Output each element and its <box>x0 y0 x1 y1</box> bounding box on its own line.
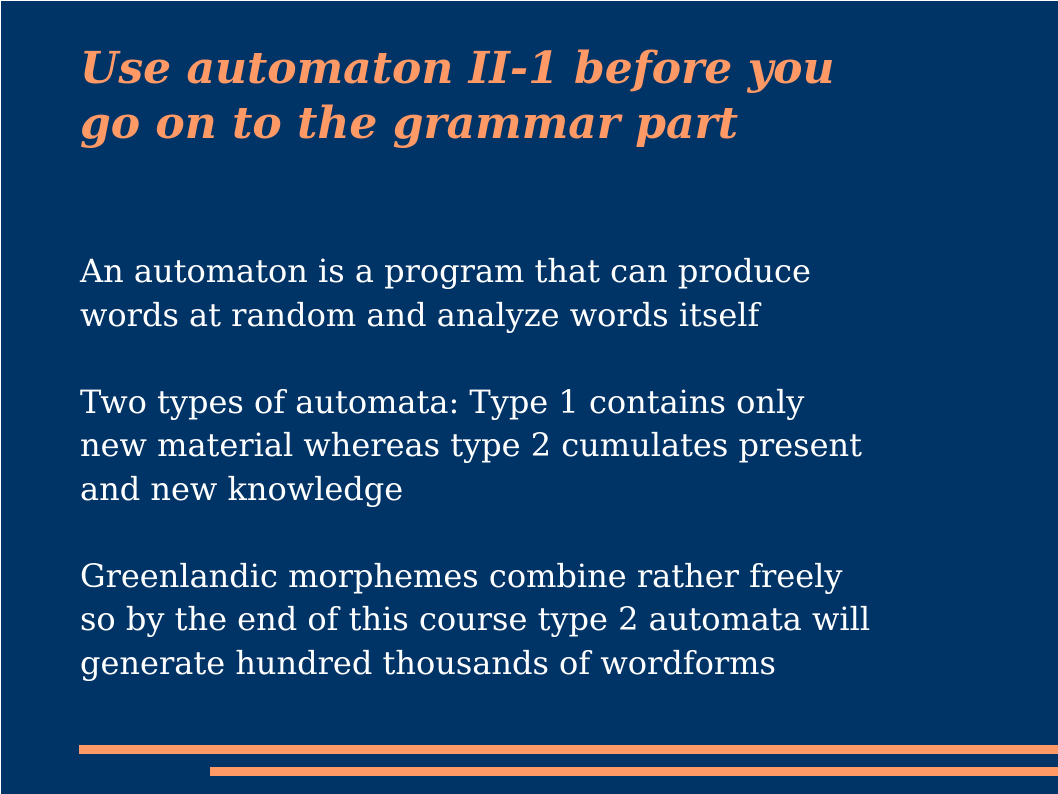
body-line: new material whereas type 2 cumulates pr… <box>80 426 862 464</box>
paragraph-greenlandic-morphemes: Greenlandic morphemes combine rather fre… <box>80 555 1040 686</box>
slide: Use automaton II-1 before you go on to t… <box>0 0 1058 794</box>
slide-title-line: go on to the grammar part <box>80 98 739 149</box>
decorative-bar-bottom <box>210 767 1058 776</box>
body-line: generate hundred thousands of wordforms <box>80 643 776 682</box>
paragraph-automata-types: Two types of automata: Type 1 contains o… <box>80 381 1040 512</box>
body-line: words at random and analyze words itself <box>80 295 760 334</box>
body-line: Greenlandic morphemes combine rather fre… <box>80 556 843 595</box>
body-line: An automaton is a program that can produ… <box>80 252 811 290</box>
slide-title-line: Use automaton II-1 before you <box>80 43 835 94</box>
decorative-bar-top <box>79 745 1058 754</box>
body-line: so by the end of this course type 2 auto… <box>80 600 871 638</box>
body-line: Two types of automata: Type 1 contains o… <box>80 382 805 421</box>
body-line: and new knowledge <box>80 469 404 508</box>
slide-body: An automaton is a program that can produ… <box>80 250 1040 729</box>
paragraph-automaton-definition: An automaton is a program that can produ… <box>80 250 1040 337</box>
slide-title: Use automaton II-1 before you go on to t… <box>80 41 1020 151</box>
